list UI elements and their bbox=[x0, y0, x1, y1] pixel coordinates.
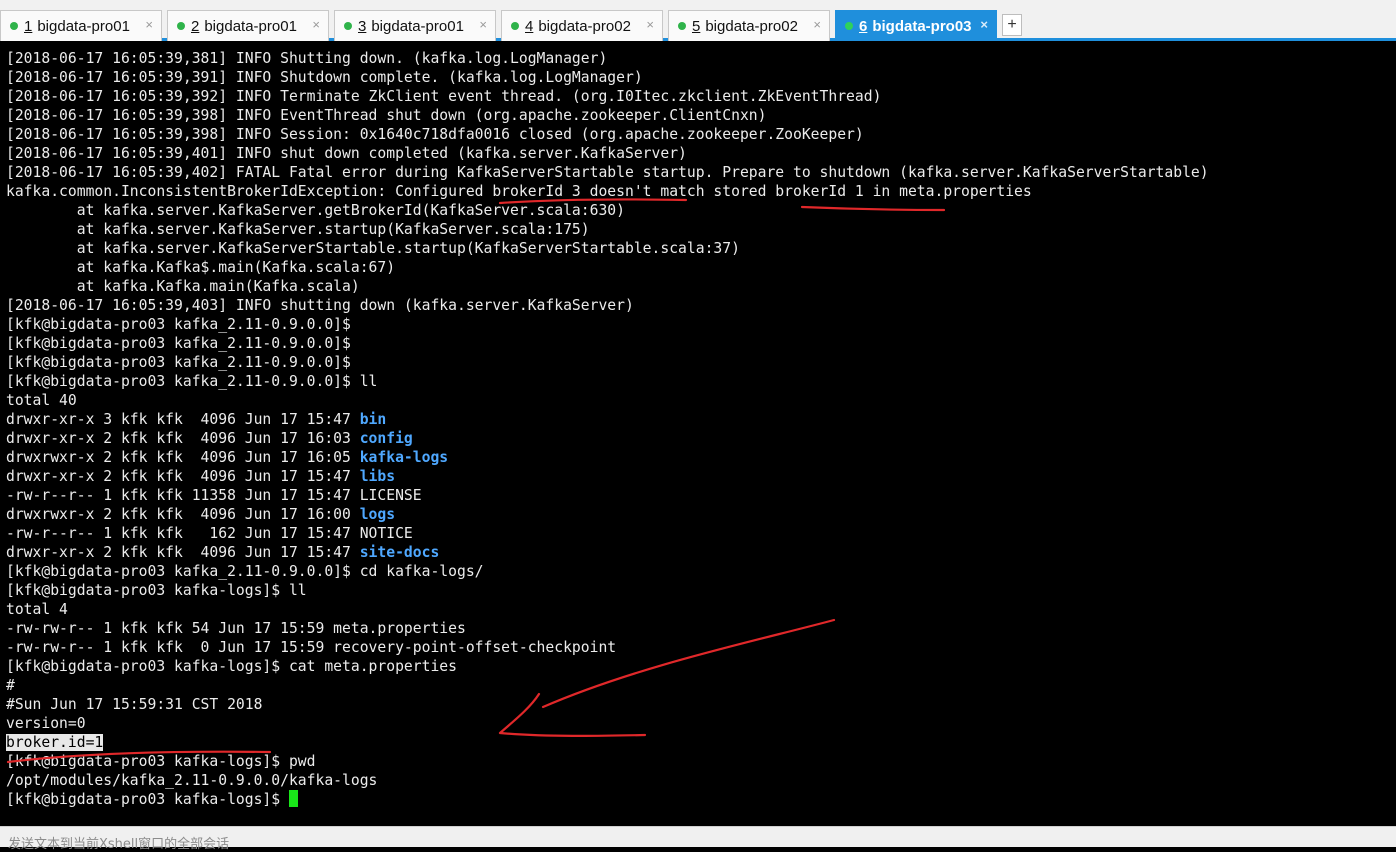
listing-row: -rw-r--r-- 1 kfk kfk 11358 Jun 17 15:47 … bbox=[6, 486, 1396, 505]
send-bar-placeholder: 发送文本到当前Xshell窗口的全部会话 bbox=[8, 837, 230, 852]
connected-status-icon bbox=[10, 22, 18, 30]
listing-row: drwxr-xr-x 3 kfk kfk 4096 Jun 17 15:47 b… bbox=[6, 410, 1396, 429]
terminal-line: [kfk@bigdata-pro03 kafka_2.11-0.9.0.0]$ bbox=[6, 354, 351, 371]
tab-number: 1 bbox=[24, 17, 33, 35]
terminal-line: total 4 bbox=[6, 601, 68, 618]
directory-name: logs bbox=[359, 506, 396, 523]
terminal-line: /opt/modules/kafka_2.11-0.9.0.0/kafka-lo… bbox=[6, 772, 378, 789]
session-tab-2[interactable]: 2 bigdata-pro01 × bbox=[167, 10, 329, 41]
directory-name: kafka-logs bbox=[359, 449, 449, 466]
prompt-text: [kfk@bigdata-pro03 kafka-logs]$ bbox=[6, 791, 289, 808]
session-tab-4[interactable]: 4 bigdata-pro02 × bbox=[501, 10, 663, 41]
terminal-line: [kfk@bigdata-pro03 kafka-logs]$ ll bbox=[6, 582, 307, 599]
file-name: NOTICE bbox=[359, 525, 413, 542]
terminal-output[interactable]: [2018-06-17 16:05:39,381] INFO Shutting … bbox=[0, 41, 1396, 826]
close-icon[interactable]: × bbox=[980, 17, 988, 32]
listing-row: -rw-r--r-- 1 kfk kfk 162 Jun 17 15:47 NO… bbox=[6, 524, 1396, 543]
session-tab-5[interactable]: 5 bigdata-pro02 × bbox=[668, 10, 830, 41]
file-name: LICENSE bbox=[359, 487, 422, 504]
connected-status-icon bbox=[511, 22, 519, 30]
close-icon[interactable]: × bbox=[813, 17, 821, 32]
terminal-line: [kfk@bigdata-pro03 kafka_2.11-0.9.0.0]$ bbox=[6, 316, 351, 333]
tab-number: 4 bbox=[525, 17, 534, 35]
file-attributes: -rw-r--r-- 1 kfk kfk 162 Jun 17 15:47 bbox=[6, 525, 360, 542]
send-to-all-sessions-bar[interactable]: 发送文本到当前Xshell窗口的全部会话 bbox=[0, 826, 1396, 852]
directory-name: libs bbox=[359, 468, 396, 485]
terminal-line: [2018-06-17 16:05:39,392] INFO Terminate… bbox=[6, 88, 882, 105]
text-cursor bbox=[288, 790, 298, 807]
tab-label: bigdata-pro01 bbox=[37, 17, 130, 35]
directory-name: site-docs bbox=[359, 544, 440, 561]
connected-status-icon bbox=[344, 22, 352, 30]
selected-text[interactable]: broker.id=1 bbox=[6, 734, 104, 751]
close-icon[interactable]: × bbox=[479, 17, 487, 32]
close-icon[interactable]: × bbox=[646, 17, 654, 32]
terminal-line: at kafka.Kafka$.main(Kafka.scala:67) bbox=[6, 259, 396, 276]
tab-label: bigdata-pro02 bbox=[705, 17, 798, 35]
new-tab-button[interactable]: + bbox=[1002, 14, 1022, 36]
tab-number: 2 bbox=[191, 17, 200, 35]
close-icon[interactable]: × bbox=[312, 17, 320, 32]
tab-number: 6 bbox=[859, 17, 868, 35]
terminal-line: [kfk@bigdata-pro03 kafka-logs]$ pwd bbox=[6, 753, 316, 770]
tab-number: 5 bbox=[692, 17, 701, 35]
listing-row: drwxrwxr-x 2 kfk kfk 4096 Jun 17 16:00 l… bbox=[6, 505, 1396, 524]
directory-name: config bbox=[359, 430, 413, 447]
close-icon[interactable]: × bbox=[145, 17, 153, 32]
directory-name: bin bbox=[359, 411, 387, 428]
connected-status-icon bbox=[678, 22, 686, 30]
file-attributes: drwxr-xr-x 3 kfk kfk 4096 Jun 17 15:47 bbox=[6, 411, 360, 428]
terminal-line: version=0 bbox=[6, 715, 86, 732]
terminal-line: broker.id=1 bbox=[6, 733, 1396, 752]
terminal-line: at kafka.server.KafkaServerStartable.sta… bbox=[6, 240, 740, 257]
tab-label: bigdata-pro01 bbox=[371, 17, 464, 35]
terminal-line: [2018-06-17 16:05:39,401] INFO shut down… bbox=[6, 145, 687, 162]
file-attributes: drwxr-xr-x 2 kfk kfk 4096 Jun 17 16:03 bbox=[6, 430, 360, 447]
terminal-line: at kafka.server.KafkaServer.startup(Kafk… bbox=[6, 221, 590, 238]
terminal-line: [2018-06-17 16:05:39,391] INFO Shutdown … bbox=[6, 69, 643, 86]
terminal-line: [kfk@bigdata-pro03 kafka_2.11-0.9.0.0]$ … bbox=[6, 373, 378, 390]
terminal-line: [2018-06-17 16:05:39,381] INFO Shutting … bbox=[6, 50, 608, 67]
terminal-line: at kafka.Kafka.main(Kafka.scala) bbox=[6, 278, 360, 295]
tab-number: 3 bbox=[358, 17, 367, 35]
session-tab-1[interactable]: 1 bigdata-pro01 × bbox=[0, 10, 162, 41]
tab-label: bigdata-pro02 bbox=[538, 17, 631, 35]
terminal-line: kafka.common.InconsistentBrokerIdExcepti… bbox=[6, 183, 1032, 200]
terminal-line: # bbox=[6, 677, 15, 694]
listing-row: drwxr-xr-x 2 kfk kfk 4096 Jun 17 16:03 c… bbox=[6, 429, 1396, 448]
tab-label: bigdata-pro03 bbox=[872, 17, 972, 35]
connected-status-icon bbox=[177, 22, 185, 30]
file-attributes: drwxrwxr-x 2 kfk kfk 4096 Jun 17 16:00 bbox=[6, 506, 360, 523]
connected-status-icon bbox=[845, 22, 853, 30]
terminal-line: [kfk@bigdata-pro03 kafka_2.11-0.9.0.0]$ … bbox=[6, 563, 484, 580]
session-tab-6-active[interactable]: 6 bigdata-pro03 × bbox=[835, 10, 997, 41]
terminal-line: total 40 bbox=[6, 392, 77, 409]
terminal-line: [2018-06-17 16:05:39,398] INFO Session: … bbox=[6, 126, 864, 143]
terminal-line: [2018-06-17 16:05:39,402] FATAL Fatal er… bbox=[6, 164, 1209, 181]
terminal-line: [kfk@bigdata-pro03 kafka-logs]$ cat meta… bbox=[6, 658, 457, 675]
listing-row: drwxr-xr-x 2 kfk kfk 4096 Jun 17 15:47 l… bbox=[6, 467, 1396, 486]
terminal-line: [kfk@bigdata-pro03 kafka_2.11-0.9.0.0]$ bbox=[6, 335, 351, 352]
terminal-line: -rw-rw-r-- 1 kfk kfk 54 Jun 17 15:59 met… bbox=[6, 620, 466, 637]
command-prompt[interactable]: [kfk@bigdata-pro03 kafka-logs]$ bbox=[6, 790, 1396, 809]
terminal-line: at kafka.server.KafkaServer.getBrokerId(… bbox=[6, 202, 625, 219]
session-tab-3[interactable]: 3 bigdata-pro01 × bbox=[334, 10, 496, 41]
file-attributes: -rw-r--r-- 1 kfk kfk 11358 Jun 17 15:47 bbox=[6, 487, 360, 504]
terminal-line: [2018-06-17 16:05:39,398] INFO EventThre… bbox=[6, 107, 767, 124]
terminal-line: -rw-rw-r-- 1 kfk kfk 0 Jun 17 15:59 reco… bbox=[6, 639, 617, 656]
tab-label: bigdata-pro01 bbox=[204, 17, 297, 35]
terminal-line: #Sun Jun 17 15:59:31 CST 2018 bbox=[6, 696, 263, 713]
file-attributes: drwxrwxr-x 2 kfk kfk 4096 Jun 17 16:05 bbox=[6, 449, 360, 466]
terminal-line: [2018-06-17 16:05:39,403] INFO shutting … bbox=[6, 297, 634, 314]
listing-row: drwxr-xr-x 2 kfk kfk 4096 Jun 17 15:47 s… bbox=[6, 543, 1396, 562]
listing-row: drwxrwxr-x 2 kfk kfk 4096 Jun 17 16:05 k… bbox=[6, 448, 1396, 467]
file-attributes: drwxr-xr-x 2 kfk kfk 4096 Jun 17 15:47 bbox=[6, 544, 360, 561]
session-tab-bar: 1 bigdata-pro01 × 2 bigdata-pro01 × 3 bi… bbox=[0, 0, 1396, 41]
file-attributes: drwxr-xr-x 2 kfk kfk 4096 Jun 17 15:47 bbox=[6, 468, 360, 485]
